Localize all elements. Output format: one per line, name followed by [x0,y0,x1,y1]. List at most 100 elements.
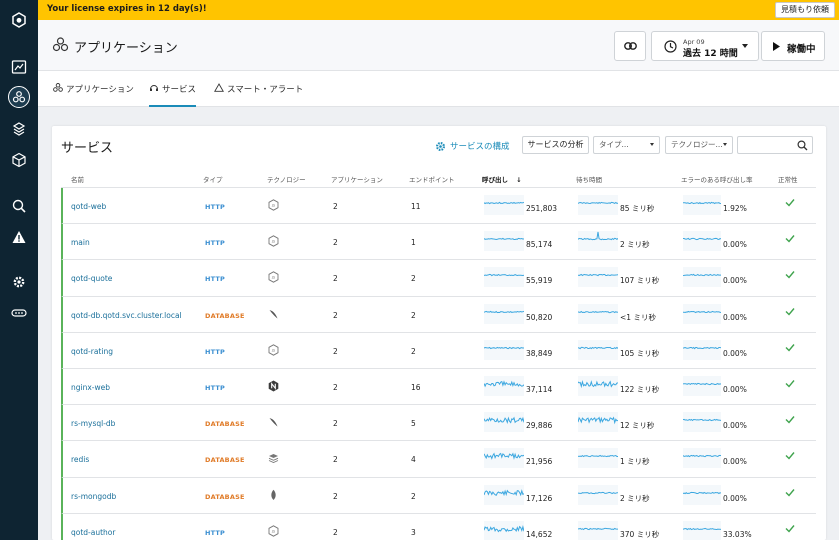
service-name-link[interactable]: main [71,238,90,247]
table-row[interactable]: main HTTP JS 2 1 85,174 2 ミリ秒 0.00% [61,224,816,261]
endpoints-count: 3 [411,527,416,537]
table-row[interactable]: qotd-author HTTP JS 2 3 14,652 370 ミリ秒 33.03% [61,513,816,540]
service-name-link[interactable]: qotd-author [71,528,115,537]
page-header: アプリケーション Apr 09 過去 12 時間 稼働中 [38,20,839,71]
latency-sparkline [577,375,619,398]
column-error-rate[interactable]: エラーのある呼び出し率 [681,174,753,184]
events-icon[interactable] [8,226,30,248]
table-row[interactable]: redis DATABASE 2 4 21,956 1 ミリ秒 0.00% [61,441,816,478]
service-name-link[interactable]: qotd-rating [71,347,113,356]
service-name-link[interactable]: qotd-web [71,202,106,211]
table-row[interactable]: rs-mysql-db DATABASE 2 5 29,886 12 ミリ秒 0.00% [61,405,816,442]
latency-value: 1 ミリ秒 [620,457,650,467]
http-icon: JS [268,199,280,211]
table-row[interactable]: qotd-rating HTTP JS 2 2 38,849 105 ミリ秒 0.00% [61,332,816,369]
services-icon [150,85,158,91]
svg-text:JS: JS [271,529,276,533]
table-row[interactable]: qotd-quote HTTP JS 2 2 55,919 107 ミリ秒 0.00% [61,260,816,297]
endpoints-count: 5 [411,419,416,429]
analyze-services-button[interactable]: サービスの分析 [522,136,589,154]
service-search-input[interactable] [737,136,813,154]
time-range-picker[interactable]: Apr 09 過去 12 時間 [651,31,759,61]
table-body: qotd-web HTTP JS 2 11 251,803 85 ミリ秒 1.92% main H… [61,188,816,540]
table-row[interactable]: qotd-web HTTP JS 2 11 251,803 85 ミリ秒 1.92% [61,188,816,225]
applications-count: 2 [333,527,338,537]
mysql-icon [268,416,280,428]
more-icon[interactable] [8,302,30,324]
play-icon [773,42,780,51]
column-health[interactable]: 正常性 [778,174,798,184]
tab-smart-alerts-label: スマート・アラート [227,85,304,95]
calls-sparkline [483,375,525,398]
calls-sparkline [483,195,525,217]
service-name-link[interactable]: nginx-web [71,383,110,392]
applications-icon [53,83,63,92]
service-type-badge: DATABASE [205,311,245,320]
endpoints-count: 2 [411,491,416,501]
service-name-link[interactable]: rs-mysql-db [71,419,115,428]
technology-filter-select[interactable]: テクノロジー... [665,136,733,154]
latency-value: 2 ミリ秒 [620,493,650,503]
services-table: 名前 タイプ テクノロジー アプリケーション エンドポイント 呼び出し ↓ 待ち… [61,164,816,540]
type-filter-select[interactable]: タイプ... [593,136,660,154]
latency-sparkline [577,412,619,434]
search-icon[interactable] [797,140,808,151]
settings-icon[interactable] [8,271,30,293]
copy-link-button[interactable] [614,31,646,61]
column-technology[interactable]: テクノロジー [267,174,306,184]
calls-value: 85,174 [526,240,553,250]
analytics-icon[interactable] [8,195,30,217]
applications-icon[interactable] [8,86,30,108]
service-name-link[interactable]: qotd-quote [71,274,112,283]
service-name-link[interactable]: rs-mongodb [71,492,116,501]
table-row[interactable]: nginx-web HTTP 2 16 37,114 122 ミリ秒 0.00% [61,368,816,406]
dashboard-icon[interactable] [8,56,30,78]
error-rate-sparkline [682,448,722,470]
table-row[interactable]: qotd-db.qotd.svc.cluster.local DATABASE 2 2… [61,296,816,333]
http-icon: JS [268,344,280,356]
request-quote-button[interactable]: 見積もり依頼 [775,2,835,18]
applications-count: 2 [333,382,338,392]
svg-text:JS: JS [271,204,276,208]
column-calls[interactable]: 呼び出し ↓ [482,174,522,184]
calls-sparkline [483,484,525,507]
table-row[interactable]: rs-mongodb DATABASE 2 2 17,126 2 ミリ秒 0.00% [61,477,816,514]
tab-applications[interactable]: アプリケーション [53,83,134,107]
error-rate-sparkline [682,412,722,434]
svg-text:JS: JS [271,240,276,244]
error-rate-sparkline [682,267,722,289]
column-endpoints[interactable]: エンドポイント [409,174,455,184]
configure-services-link[interactable]: サービスの構成 [435,140,510,152]
service-type-badge: HTTP [205,203,226,211]
instana-logo-icon[interactable] [8,9,30,31]
column-type[interactable]: タイプ [203,174,223,184]
latency-sparkline [578,520,618,540]
platforms-icon[interactable] [8,118,30,140]
svg-text:JS: JS [271,276,276,280]
endpoints-count: 4 [411,455,416,465]
app-tabs: アプリケーション サービス スマート・アラート [38,71,839,107]
services-title: サービス [61,141,114,156]
latency-sparkline [577,195,619,217]
live-mode-button[interactable]: 稼働中 [761,31,825,61]
tab-smart-alerts[interactable]: スマート・アラート [214,83,303,107]
service-type-badge: HTTP [205,239,226,248]
calls-sparkline [483,231,525,253]
error-rate-sparkline [682,375,722,398]
http-icon: JS [268,271,280,284]
page-title: アプリケーション [74,41,178,56]
services-card: サービス サービスの構成 サービスの分析 タイプ... テクノロジー... 名前… [52,126,826,540]
endpoints-count: 1 [411,238,416,248]
healthy-check-icon [785,451,795,462]
service-name-link[interactable]: qotd-db.qotd.svc.cluster.local [71,311,182,320]
infrastructure-icon[interactable] [8,149,30,171]
column-name[interactable]: 名前 [71,174,84,184]
error-rate-value: 0.00% [723,384,747,394]
endpoints-count: 2 [411,346,416,356]
service-name-link[interactable]: redis [71,455,89,464]
left-navigation [0,0,38,540]
healthy-check-icon [785,198,795,209]
column-applications[interactable]: アプリケーション [331,174,383,184]
column-latency[interactable]: 待ち時間 [576,174,602,184]
tab-services[interactable]: サービス [149,83,197,107]
